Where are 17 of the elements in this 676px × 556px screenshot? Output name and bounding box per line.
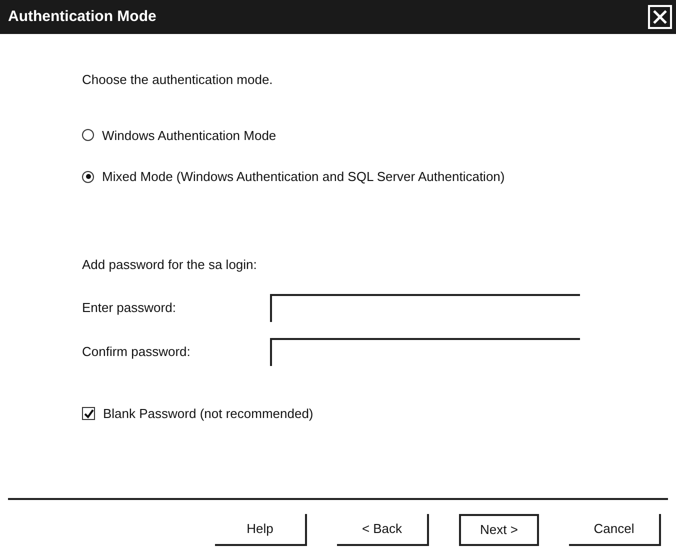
radio-button[interactable]	[82, 170, 94, 183]
dialog-button[interactable]: Next >	[459, 514, 539, 546]
radio-label[interactable]: Mixed Mode (Windows Authentication and SQL Server Authentication)	[102, 167, 505, 186]
prompt-text: Choose the authentication mode.	[82, 71, 274, 89]
section-heading: Add password for the sa login:	[82, 256, 258, 274]
checkbox-label[interactable]: Blank Password (not recommended)	[103, 404, 314, 424]
field-label: Confirm password:	[82, 343, 192, 362]
window-title: Authentication Mode	[8, 6, 156, 27]
checkbox[interactable]	[82, 407, 95, 420]
dialog-button[interactable]: Help	[215, 514, 307, 546]
dialog-button[interactable]: Cancel	[569, 514, 661, 546]
radio-button[interactable]	[82, 129, 94, 142]
close-icon	[653, 10, 667, 24]
field-label: Enter password:	[82, 299, 177, 318]
dialog-button[interactable]: < Back	[337, 514, 429, 546]
close-button[interactable]	[648, 5, 672, 29]
radio-label[interactable]: Windows Authentication Mode	[102, 126, 276, 145]
